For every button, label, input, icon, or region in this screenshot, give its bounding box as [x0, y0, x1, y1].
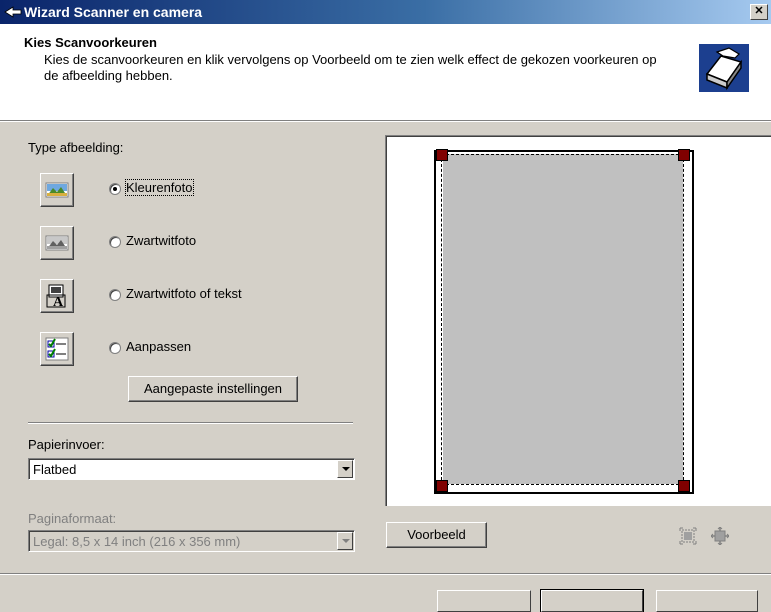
cancel-button[interactable] [656, 590, 758, 612]
grayscale-photo-label[interactable]: Zwartwitfoto [126, 233, 196, 248]
selection-rectangle[interactable] [441, 154, 684, 485]
preview-button[interactable]: Voorbeeld [386, 522, 487, 548]
chevron-down-icon [342, 539, 350, 543]
crop-handle-bottom-right[interactable] [678, 480, 690, 492]
custom-radio[interactable] [109, 342, 121, 354]
page-size-select: Legal: 8,5 x 14 inch (216 x 356 mm) [28, 530, 355, 552]
zoom-to-selection-icon[interactable] [711, 527, 729, 545]
bw-text-label[interactable]: Zwartwitfoto of tekst [126, 286, 242, 301]
bw-text-button[interactable]: A [40, 279, 74, 313]
page-size-dropdown-arrow [337, 532, 353, 550]
paper-source-dropdown-arrow[interactable] [337, 460, 353, 478]
back-button[interactable] [437, 590, 531, 612]
color-photo-icon [45, 182, 69, 198]
scanner-camera-wizard-icon [4, 6, 22, 18]
title-bar: Wizard Scanner en camera ✕ [0, 0, 771, 24]
fit-selection-icon[interactable] [679, 527, 697, 545]
color-photo-radio[interactable] [109, 183, 121, 195]
paper-source-select[interactable]: Flatbed [28, 458, 355, 480]
grayscale-photo-icon [45, 235, 69, 251]
crop-handle-bottom-left[interactable] [436, 480, 448, 492]
window-title: Wizard Scanner en camera [24, 4, 203, 20]
grayscale-photo-radio[interactable] [109, 236, 121, 248]
next-button[interactable] [540, 589, 644, 612]
paper-source-label: Papierinvoer: [28, 437, 105, 452]
paper-source-value: Flatbed [33, 462, 77, 477]
page-size-label: Paginaformaat: [28, 511, 117, 526]
custom-settings-open-button[interactable]: Aangepaste instellingen [128, 376, 298, 402]
bw-text-icon: A [46, 284, 66, 309]
page-subtitle: Kies de scanvoorkeuren en klik vervolgen… [44, 52, 657, 83]
wizard-scanner-icon [699, 44, 749, 92]
color-photo-button[interactable] [40, 173, 74, 207]
bw-text-radio[interactable] [109, 289, 121, 301]
custom-label[interactable]: Aanpassen [126, 339, 191, 354]
grayscale-photo-button[interactable] [40, 226, 74, 260]
crop-handle-top-right[interactable] [678, 149, 690, 161]
crop-handle-top-left[interactable] [436, 149, 448, 161]
preview-area[interactable] [385, 135, 771, 506]
chevron-down-icon [342, 467, 350, 471]
wizard-header: Kies Scanvoorkeuren Kies de scanvoorkeur… [0, 24, 771, 122]
custom-settings-icon [45, 337, 69, 361]
page-title: Kies Scanvoorkeuren [24, 35, 157, 50]
image-type-label: Type afbeelding: [28, 140, 124, 155]
custom-settings-button[interactable] [40, 332, 74, 366]
color-photo-label[interactable]: Kleurenfoto [125, 179, 194, 196]
close-button[interactable]: ✕ [750, 4, 768, 20]
page-size-value: Legal: 8,5 x 14 inch (216 x 356 mm) [33, 534, 241, 549]
